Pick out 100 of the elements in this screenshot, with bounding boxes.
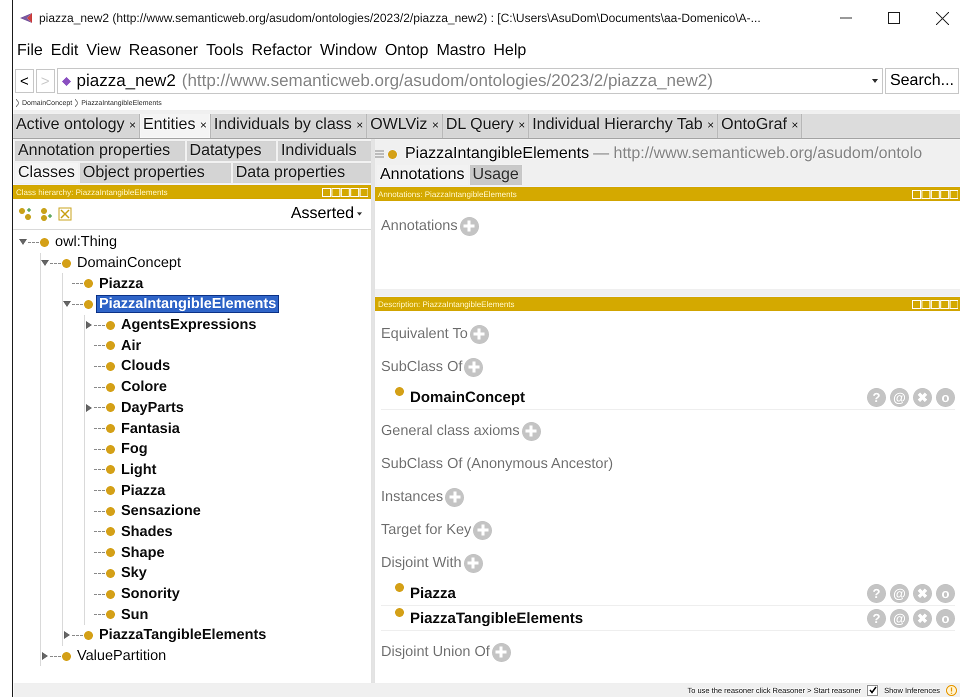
menu-item[interactable]: Tools [206,42,244,60]
collapsed-arrow-icon[interactable] [85,404,93,412]
tree-item[interactable]: Air [119,338,144,354]
tree-item[interactable]: Light [119,462,158,478]
tree-item[interactable]: ValuePartition [75,648,168,664]
tab[interactable]: Classes [15,163,78,183]
class-dot-icon [106,403,115,412]
class-dot-icon [106,590,115,599]
menu-icon[interactable] [375,150,384,158]
tree-item[interactable]: Shape [119,544,167,561]
section-title: General class axioms [381,423,520,439]
tree-item[interactable]: Colore [119,379,169,396]
panel-title: Description: PiazzaIntangibleElements [378,300,515,308]
tree-item[interactable]: PiazzaTangibleElements [97,627,268,644]
class-name[interactable]: PiazzaTangibleElements [410,610,584,626]
tab[interactable]: DL Query × [442,114,530,138]
menu-item[interactable]: File [17,42,43,60]
dropdown-caret-icon[interactable] [872,79,878,83]
tab[interactable]: Usage [470,165,522,185]
ontology-field[interactable]: piazza_new2 (http://www.semanticweb.org/asudom/ontologies/2023/2/piazza_new2) [56,68,883,94]
menu-item[interactable]: Help [493,42,526,60]
menu-item[interactable]: View [86,42,121,60]
class-dot-icon [395,608,404,617]
class-dot-icon [106,548,115,558]
tree-item[interactable]: PiazzaIntangibleElements [97,296,278,312]
collapsed-arrow-icon[interactable] [85,321,93,330]
tree-item[interactable]: owl:Thing [53,234,120,250]
delete-class-icon[interactable] [58,207,72,221]
tree-item[interactable]: Sun [119,606,150,623]
add-sibling-icon[interactable] [38,207,52,221]
class-dot-icon [62,258,71,268]
menu-item[interactable]: Mastro [436,42,486,60]
tree-item[interactable]: Shades [119,524,175,540]
tab[interactable]: Individual Hierarchy Tab × [529,114,718,138]
menu-item[interactable]: Window [320,42,377,60]
menu-item[interactable]: Reasoner [128,42,198,60]
window-title: piazza_new2 (http://www.semanticweb.org/asudom/ontologies/2023/2/piazza_new2) : [C:\Users\AsuDom\Documents\aa-Domenico\A-... [39,11,761,25]
section-title: Disjoint Union Of [381,644,490,660]
tree-item[interactable]: Clouds [119,358,172,374]
tab[interactable]: Object properties [80,163,231,183]
tree-item[interactable]: Sky [119,565,149,582]
section-title: Disjoint With [381,555,462,571]
class-dot-icon [106,424,115,434]
tree-item[interactable]: Piazza [97,276,146,292]
tree-item[interactable]: DayParts [119,400,186,416]
app-logo-icon [19,12,33,24]
entity-iri: — http://www.semanticweb.org/asudom/ontolo [593,145,922,163]
search-button[interactable]: Search... [884,68,959,94]
menu-item[interactable]: Edit [50,42,78,60]
class-dot-icon [106,465,115,474]
tree-item[interactable]: DomainConcept [75,255,183,272]
class-dot-icon [40,238,49,247]
add-subclass-icon[interactable] [18,207,32,221]
collapsed-arrow-icon[interactable] [63,631,71,640]
checkbox[interactable] [867,684,878,696]
tree-item[interactable]: AgentsExpressions [119,317,258,334]
chevron-icon [16,99,19,107]
maximize-icon[interactable] [888,12,900,24]
panel-title: Annotations: PiazzaIntangibleElements [378,190,517,198]
expanded-arrow-icon[interactable] [41,259,49,268]
tab[interactable]: Entities × [140,114,211,138]
tree-item[interactable]: Fog [119,441,150,458]
tab[interactable]: Data properties [232,163,372,183]
section-title: Target for Key [381,522,472,538]
close-icon[interactable] [936,12,949,24]
class-dot-icon [84,300,93,309]
tab[interactable]: Active ontology × [13,114,140,138]
tab[interactable]: OWLViz × [367,114,443,138]
menu-item[interactable]: Ontop [384,42,428,60]
panel-controls-icon[interactable] [912,190,958,198]
class-dot-icon [106,568,115,578]
class-dot-icon [84,630,93,640]
collapsed-arrow-icon[interactable] [41,652,49,660]
section-title: Instances [381,489,444,505]
class-dot-icon [106,320,115,330]
tree-item[interactable]: Piazza [119,482,168,499]
class-dot-icon [395,387,404,396]
panel-controls-icon[interactable] [912,300,958,308]
tab[interactable]: Datatypes [186,141,276,161]
class-dot-icon [106,610,115,620]
class-name[interactable]: Piazza [410,584,456,602]
class-name[interactable]: DomainConcept [410,388,526,406]
tab[interactable]: Individuals by class × [210,114,368,138]
tree-item[interactable]: Sensazione [119,503,203,520]
chevron-icon [75,99,78,107]
section-title: SubClass Of [381,359,462,375]
tree-item[interactable]: Sonority [119,586,182,602]
panel-controls-icon[interactable] [322,188,368,196]
class-dot-icon [62,652,71,661]
tab[interactable]: Annotation properties [15,141,185,161]
tree-item[interactable]: Fantasia [119,420,182,437]
tab[interactable]: Individuals [278,141,371,161]
expanded-arrow-icon[interactable] [63,300,71,308]
ontology-diamond-icon [62,76,71,86]
back-button[interactable]: < [15,69,34,93]
tab[interactable]: OntoGraf × [718,114,802,138]
class-dot-icon [106,527,115,536]
menu-item[interactable]: Refactor [251,42,312,60]
class-dot-icon [106,486,115,496]
expanded-arrow-icon[interactable] [19,238,27,246]
